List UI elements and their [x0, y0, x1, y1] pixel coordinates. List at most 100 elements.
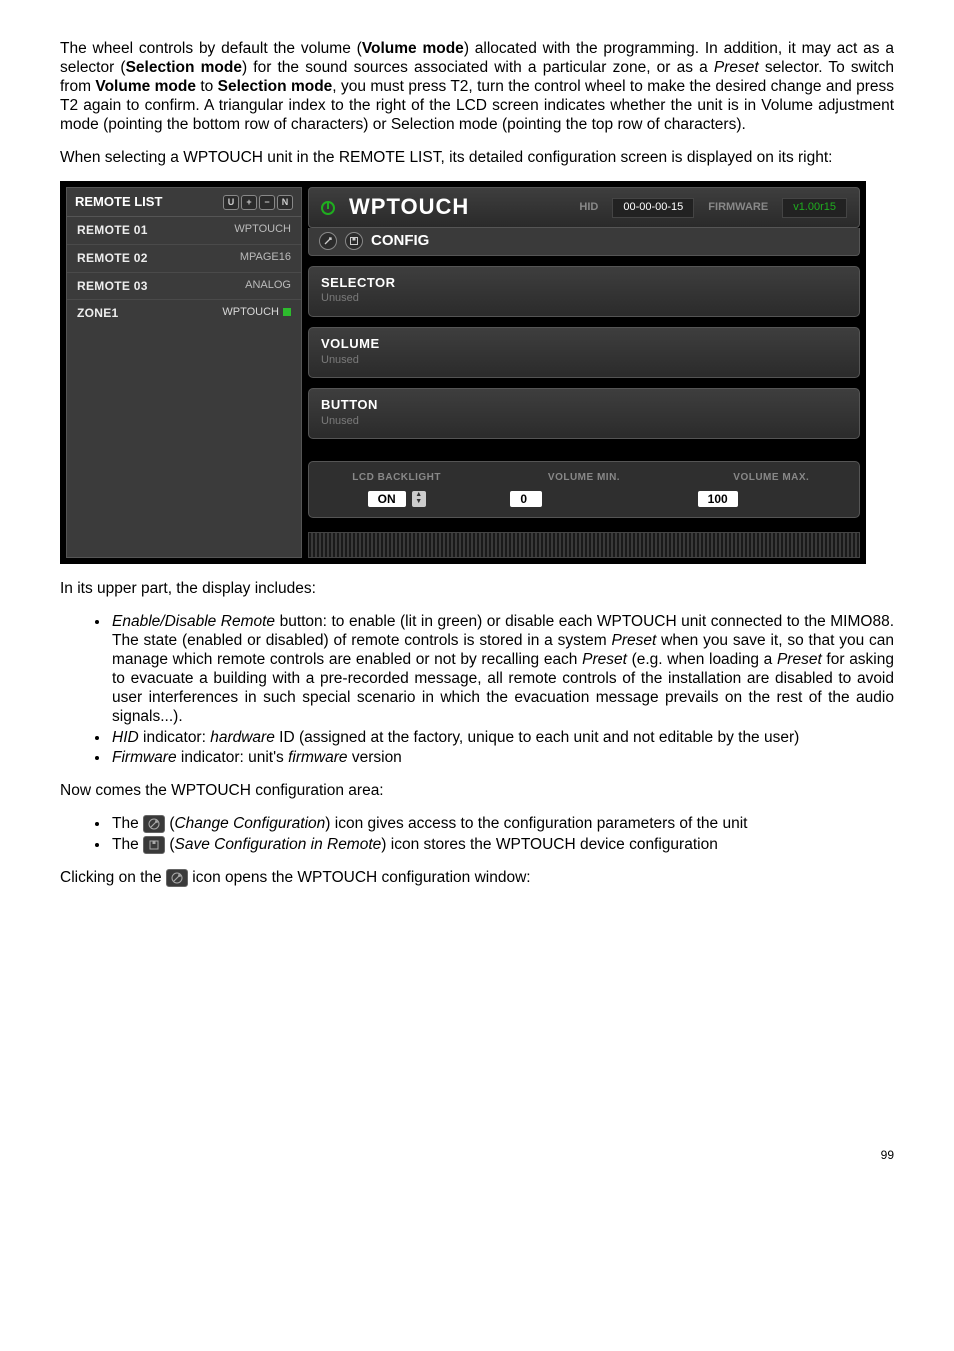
- firmware-label: FIRMWARE: [708, 201, 768, 214]
- change-config-icon[interactable]: [319, 232, 337, 250]
- text: indicator:: [139, 729, 211, 746]
- italic: firmware: [288, 749, 347, 766]
- text: ) icon stores the WPTOUCH device configu…: [381, 836, 718, 853]
- screenshot-panel: REMOTE LIST U + − N REMOTE 01 WPTOUCH RE…: [60, 181, 866, 564]
- backlight-label: LCD BACKLIGHT: [323, 472, 470, 484]
- bold: Selection mode: [218, 78, 333, 95]
- toolbar-buttons: U + − N: [223, 195, 293, 210]
- italic: HID: [112, 729, 139, 746]
- li-enable-disable: Enable/Disable Remote button: to enable …: [110, 613, 894, 726]
- change-config-icon: [143, 815, 165, 833]
- remote-type: WPTOUCH: [234, 223, 291, 238]
- text: The: [112, 815, 143, 832]
- paragraph-4: Now comes the WPTOUCH configuration area…: [60, 782, 894, 801]
- button-card[interactable]: BUTTON Unused: [308, 388, 860, 439]
- hid-label: HID: [579, 201, 598, 214]
- list-config: The (Change Configuration) icon gives ac…: [110, 815, 894, 855]
- italic: Preset: [714, 59, 759, 76]
- card-subtitle: Unused: [321, 354, 847, 367]
- paragraph-2: When selecting a WPTOUCH unit in the REM…: [60, 149, 894, 168]
- text: indicator: unit's: [177, 749, 289, 766]
- italic: hardware: [210, 729, 275, 746]
- text: to: [196, 78, 218, 95]
- volmax-value[interactable]: 100: [698, 491, 738, 508]
- remote-type: WPTOUCH: [222, 306, 291, 321]
- toolbar-n-button[interactable]: N: [277, 195, 293, 210]
- list-upper: Enable/Disable Remote button: to enable …: [110, 613, 894, 768]
- remote-name: REMOTE 01: [77, 223, 148, 238]
- text: ) icon gives access to the configuration…: [325, 815, 747, 832]
- italic: Firmware: [112, 749, 177, 766]
- paragraph-5: Clicking on the icon opens the WPTOUCH c…: [60, 869, 894, 888]
- device-title: WPTOUCH: [349, 194, 469, 221]
- text: ) for the sound sources associated with …: [242, 59, 714, 76]
- li-firmware: Firmware indicator: unit's firmware vers…: [110, 749, 894, 768]
- remote-type: ANALOG: [245, 279, 291, 294]
- text: ID (assigned at the factory, unique to e…: [275, 729, 799, 746]
- toolbar-add-button[interactable]: +: [241, 195, 257, 210]
- text: The: [112, 836, 143, 853]
- bold: Selection mode: [126, 59, 242, 76]
- page-number: 99: [60, 1148, 894, 1163]
- remote-row[interactable]: REMOTE 02 MPAGE16: [67, 244, 301, 272]
- remote-list-header: REMOTE LIST U + − N: [67, 188, 301, 217]
- card-title: BUTTON: [321, 397, 847, 413]
- enabled-dot-icon: [283, 308, 291, 316]
- italic: Save Configuration in Remote: [174, 836, 381, 853]
- backlight-col: LCD BACKLIGHT ON ▲▼: [323, 472, 470, 507]
- firmware-value: v1.00r15: [782, 198, 847, 217]
- footer-controls: LCD BACKLIGHT ON ▲▼ VOLUME MIN. 0 VOLUME…: [308, 461, 860, 518]
- card-subtitle: Unused: [321, 292, 847, 305]
- text: Clicking on the: [60, 869, 166, 886]
- toolbar-u-button[interactable]: U: [223, 195, 239, 210]
- card-title: VOLUME: [321, 336, 847, 352]
- remote-name: ZONE1: [77, 306, 119, 321]
- remote-row[interactable]: REMOTE 01 WPTOUCH: [67, 217, 301, 244]
- text: The wheel controls by default the volume…: [60, 40, 362, 57]
- paragraph-3: In its upper part, the display includes:: [60, 580, 894, 599]
- power-icon[interactable]: [321, 201, 335, 215]
- backlight-value: ON: [368, 491, 406, 508]
- up-icon: ▲: [412, 491, 426, 498]
- remote-row[interactable]: REMOTE 03 ANALOG: [67, 272, 301, 300]
- italic: Change Configuration: [174, 815, 325, 832]
- text: icon opens the WPTOUCH configuration win…: [188, 869, 531, 886]
- backlight-stepper[interactable]: ▲▼: [412, 491, 426, 508]
- volmin-col: VOLUME MIN. 0: [510, 472, 657, 507]
- save-config-icon[interactable]: [345, 232, 363, 250]
- remote-name: REMOTE 02: [77, 251, 148, 266]
- selector-card[interactable]: SELECTOR Unused: [308, 266, 860, 317]
- li-hid: HID indicator: hardware ID (assigned at …: [110, 729, 894, 748]
- italic: Preset: [612, 632, 657, 649]
- remote-type: MPAGE16: [240, 251, 291, 266]
- remote-name: REMOTE 03: [77, 279, 148, 294]
- italic: Preset: [777, 651, 822, 668]
- italic: Enable/Disable Remote: [112, 613, 275, 630]
- card-title: SELECTOR: [321, 275, 847, 291]
- config-label: CONFIG: [371, 232, 429, 250]
- change-config-icon: [166, 869, 188, 887]
- li-save-config: The (Save Configuration in Remote) icon …: [110, 836, 894, 855]
- volmin-value[interactable]: 0: [510, 491, 542, 508]
- paragraph-1: The wheel controls by default the volume…: [60, 40, 894, 135]
- config-bar: CONFIG: [308, 228, 860, 255]
- remote-list-panel: REMOTE LIST U + − N REMOTE 01 WPTOUCH RE…: [66, 187, 302, 558]
- remote-row-selected[interactable]: ZONE1 WPTOUCH: [67, 299, 301, 327]
- volmin-label: VOLUME MIN.: [510, 472, 657, 484]
- volume-card[interactable]: VOLUME Unused: [308, 327, 860, 378]
- bold: Volume mode: [362, 40, 464, 57]
- down-icon: ▼: [412, 498, 426, 505]
- decorative-strip: [308, 532, 860, 558]
- volmax-label: VOLUME MAX.: [698, 472, 845, 484]
- text: (e.g. when loading a: [627, 651, 777, 668]
- save-config-icon: [143, 836, 165, 854]
- toolbar-remove-button[interactable]: −: [259, 195, 275, 210]
- detail-panel: WPTOUCH HID 00-00-00-15 FIRMWARE v1.00r1…: [302, 187, 860, 558]
- hid-value: 00-00-00-15: [612, 198, 694, 217]
- detail-header: WPTOUCH HID 00-00-00-15 FIRMWARE v1.00r1…: [308, 187, 860, 228]
- remote-list-title: REMOTE LIST: [75, 194, 162, 210]
- bold: Volume mode: [95, 78, 196, 95]
- remote-type-text: WPTOUCH: [222, 306, 279, 318]
- li-change-config: The (Change Configuration) icon gives ac…: [110, 815, 894, 834]
- text: version: [348, 749, 402, 766]
